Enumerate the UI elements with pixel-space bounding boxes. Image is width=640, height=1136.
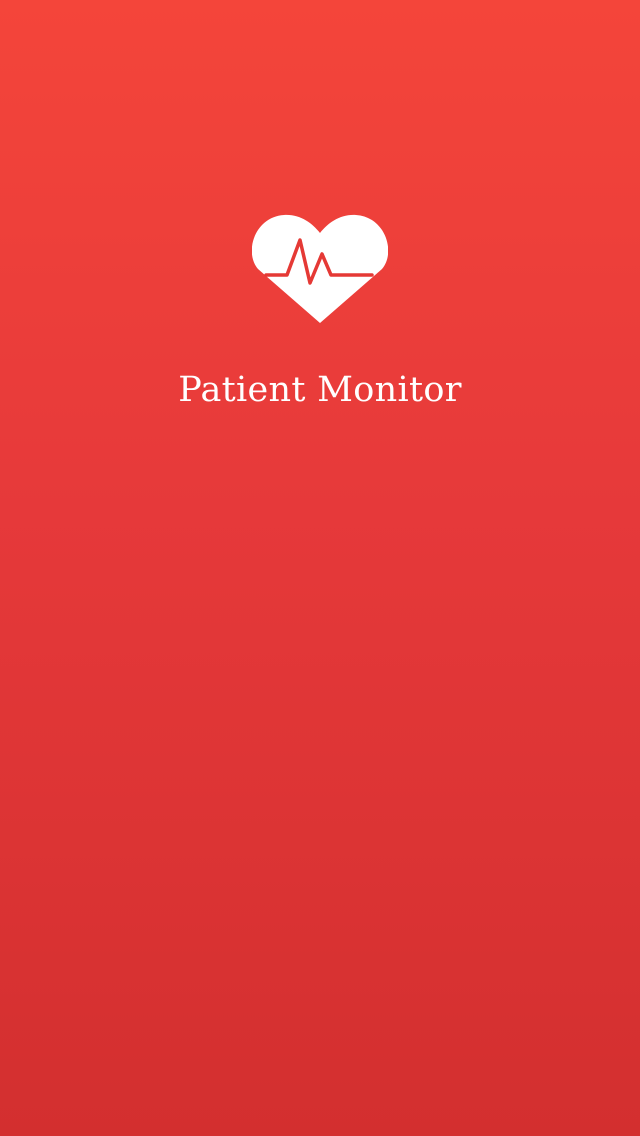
heart-pulse-icon <box>252 213 388 325</box>
splash-screen: Patient Monitor <box>0 0 640 1136</box>
app-title: Patient Monitor <box>178 370 462 410</box>
